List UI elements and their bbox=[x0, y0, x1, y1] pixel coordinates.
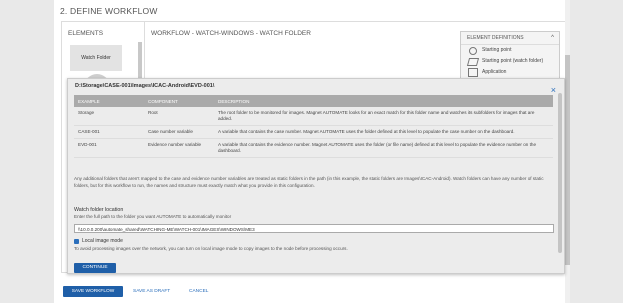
element-definitions-title: ELEMENT DEFINITIONS bbox=[467, 35, 524, 41]
definition-starting-point-watch-folder: Starting point (watch folder) bbox=[461, 56, 559, 67]
save-as-draft-button[interactable]: SAVE AS DRAFT bbox=[133, 286, 170, 297]
table-cell: The root folder to be monitored for imag… bbox=[214, 107, 553, 126]
table-row: EVD-001 Evidence number variable A varia… bbox=[74, 138, 553, 158]
definition-label: Starting point (watch folder) bbox=[482, 58, 544, 64]
watch-folder-dialog: D:\Storage\CASE-001\Images\ICAC-Android\… bbox=[67, 78, 565, 274]
table-cell: Storage bbox=[74, 107, 144, 126]
table-cell: Root bbox=[144, 107, 214, 126]
rectangle-icon bbox=[468, 68, 478, 77]
table-row: CASE-001 Case number variable A variable… bbox=[74, 125, 553, 139]
cancel-button[interactable]: CANCEL bbox=[189, 286, 208, 297]
section-title: 2. DEFINE WORKFLOW bbox=[60, 6, 158, 16]
column-header-description: DESCRIPTION bbox=[214, 95, 553, 107]
local-image-mode-label[interactable]: Local image mode bbox=[82, 238, 123, 244]
circle-icon bbox=[469, 47, 477, 55]
close-icon[interactable]: × bbox=[551, 85, 556, 95]
table-row: Storage Root The root folder to be monit… bbox=[74, 107, 553, 126]
path-components-table: EXAMPLE COMPONENT DESCRIPTION Storage Ro… bbox=[74, 95, 553, 158]
element-definitions-header[interactable]: ELEMENT DEFINITIONS ^ bbox=[461, 32, 559, 45]
dialog-scrollbar[interactable] bbox=[558, 93, 562, 253]
local-image-mode-hint: To avoid processing images over the netw… bbox=[74, 246, 348, 251]
elements-scrollbar[interactable] bbox=[138, 42, 142, 82]
table-cell: A variable that contains the case number… bbox=[214, 125, 553, 139]
elements-panel-title: ELEMENTS bbox=[68, 30, 104, 37]
parallelogram-icon bbox=[466, 58, 480, 66]
watch-folder-location-label: Watch folder location bbox=[74, 207, 124, 213]
column-header-example: EXAMPLE bbox=[74, 95, 144, 107]
table-cell: Evidence number variable bbox=[144, 138, 214, 158]
table-cell: EVD-001 bbox=[74, 138, 144, 158]
chevron-up-icon[interactable]: ^ bbox=[551, 32, 554, 44]
column-header-component: COMPONENT bbox=[144, 95, 214, 107]
page-scrollbar[interactable] bbox=[565, 0, 570, 303]
canvas-title: WORKFLOW - WATCH-WINDOWS - WATCH FOLDER bbox=[151, 30, 311, 37]
table-cell: A variable that contains the evidence nu… bbox=[214, 138, 553, 158]
save-workflow-button[interactable]: SAVE WORKFLOW bbox=[63, 286, 123, 297]
page-scrollbar-thumb[interactable] bbox=[565, 55, 570, 265]
definition-label: Application bbox=[482, 69, 507, 75]
watch-folder-location-hint: Enter the full path to the folder you wa… bbox=[74, 214, 232, 219]
local-image-mode-checkbox[interactable] bbox=[74, 239, 79, 244]
definition-application: Application bbox=[461, 67, 559, 78]
table-cell: CASE-001 bbox=[74, 125, 144, 139]
element-definitions-panel: ELEMENT DEFINITIONS ^ Starting point Sta… bbox=[460, 31, 560, 85]
table-header-row: EXAMPLE COMPONENT DESCRIPTION bbox=[74, 95, 553, 107]
table-cell: Case number variable bbox=[144, 125, 214, 139]
watch-folder-location-input[interactable]: \\10.0.0.200\automate_shared\WATCHING-ME… bbox=[74, 224, 554, 233]
definition-label: Starting point bbox=[482, 47, 512, 53]
watch-folder-element-tile[interactable]: Watch Folder bbox=[70, 45, 122, 71]
example-path: D:\Storage\CASE-001\Images\ICAC-Android\… bbox=[75, 83, 215, 89]
definition-starting-point: Starting point bbox=[461, 45, 559, 56]
continue-button[interactable]: CONTINUE bbox=[74, 263, 116, 273]
static-folders-note: Any additional folders that aren't mappe… bbox=[74, 176, 544, 188]
